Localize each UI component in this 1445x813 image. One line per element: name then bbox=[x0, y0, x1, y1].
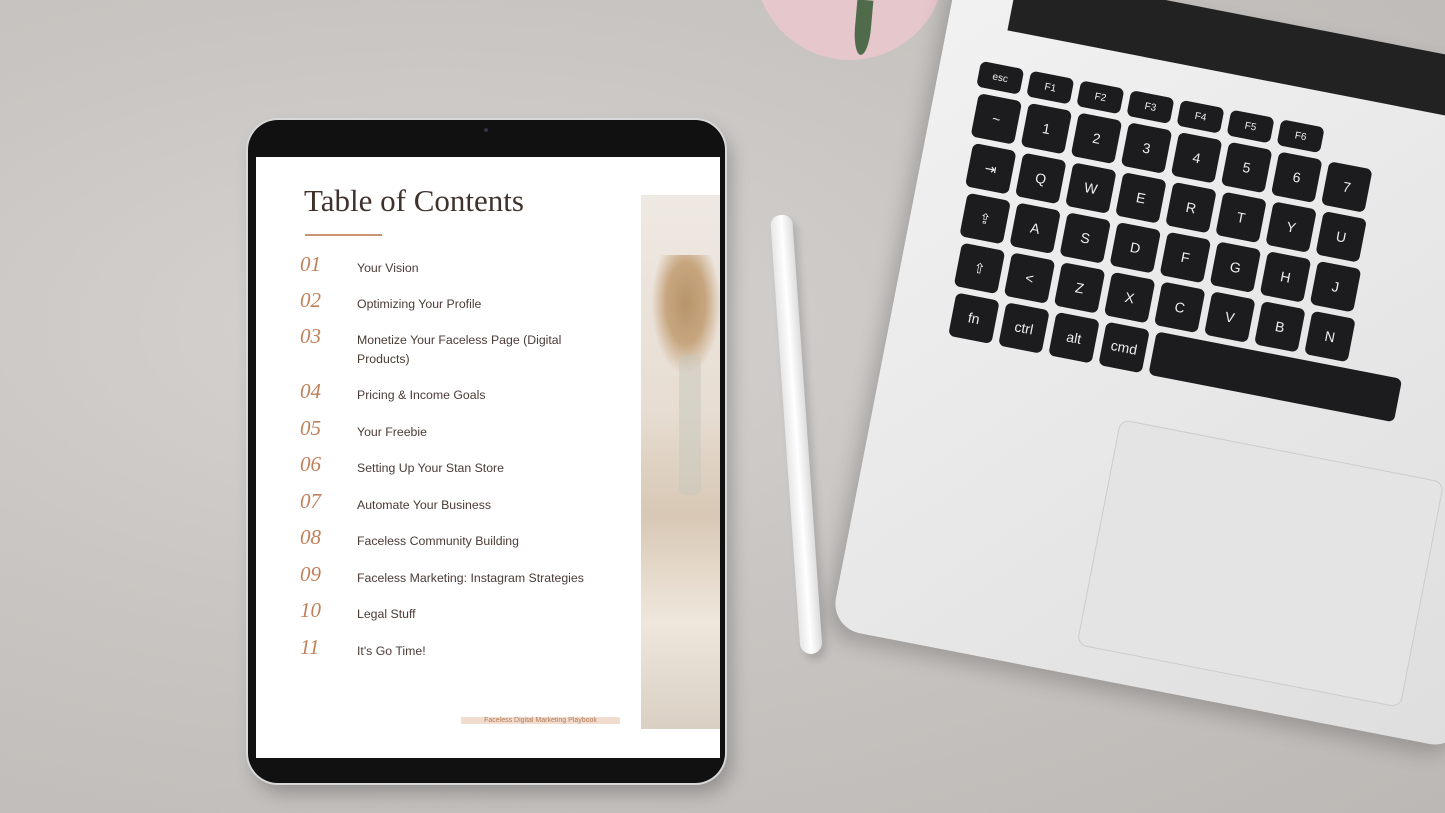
key[interactable]: 2 bbox=[1070, 112, 1123, 165]
key[interactable]: < bbox=[1003, 252, 1056, 304]
stylus-pencil bbox=[770, 214, 823, 655]
key[interactable]: U bbox=[1315, 211, 1367, 263]
laptop: esc F1 F2 F3 F4 F5 F6 ~1 2 3 4 5 6 7 ⇥ Q W E R T Y U ⇪ A S D F G H J ⇧… bbox=[830, 0, 1445, 750]
toc-number: 06 bbox=[300, 452, 321, 476]
key[interactable]: F3 bbox=[1126, 90, 1175, 124]
key[interactable]: ⇪ bbox=[959, 192, 1011, 245]
key[interactable]: H bbox=[1259, 251, 1312, 303]
key[interactable]: V bbox=[1204, 291, 1256, 343]
key[interactable]: N bbox=[1304, 310, 1356, 363]
key[interactable]: F4 bbox=[1176, 99, 1225, 134]
toc-label: Legal Stuff bbox=[357, 607, 416, 621]
key[interactable]: esc bbox=[976, 60, 1025, 95]
key[interactable]: cmd bbox=[1098, 321, 1150, 374]
vase bbox=[679, 355, 701, 495]
tablet: Table of Contents 01 Your Vision 02 Optimiz… bbox=[248, 120, 725, 783]
trackpad[interactable] bbox=[1076, 419, 1445, 708]
key[interactable]: 1 bbox=[1020, 102, 1073, 155]
camera-icon bbox=[484, 128, 488, 132]
toc-label: Monetize Your Faceless Page (Digital Pro… bbox=[357, 333, 562, 366]
toc-label: Setting Up Your Stan Store bbox=[357, 461, 504, 475]
key[interactable]: C bbox=[1153, 281, 1206, 334]
page-title: Table of Contents bbox=[304, 183, 524, 218]
key[interactable]: W bbox=[1065, 162, 1117, 214]
keyboard: esc F1 F2 F3 F4 F5 F6 ~1 2 3 4 5 6 7 ⇥ Q W E R T Y U ⇪ A S D F G H J ⇧… bbox=[927, 60, 1445, 428]
key[interactable]: E bbox=[1115, 172, 1167, 224]
key[interactable]: 7 bbox=[1321, 161, 1373, 213]
key[interactable]: Q bbox=[1015, 152, 1067, 205]
key[interactable]: S bbox=[1059, 212, 1112, 264]
key[interactable]: fn bbox=[948, 292, 1000, 345]
toc-label: Faceless Community Building bbox=[357, 534, 519, 548]
key[interactable]: ⇥ bbox=[964, 142, 1017, 195]
toc-number: 11 bbox=[300, 635, 320, 659]
toc-label: Your Freebie bbox=[357, 425, 427, 439]
plant-pot bbox=[755, 0, 945, 60]
title-divider bbox=[305, 234, 382, 236]
key[interactable]: F2 bbox=[1076, 80, 1125, 115]
toc-label: It's Go Time! bbox=[357, 644, 426, 658]
key[interactable]: ~ bbox=[970, 93, 1023, 145]
key[interactable]: R bbox=[1165, 181, 1217, 234]
toc-number: 02 bbox=[300, 288, 321, 312]
key[interactable]: 5 bbox=[1220, 141, 1273, 194]
key[interactable]: G bbox=[1209, 241, 1262, 293]
key[interactable]: Z bbox=[1053, 262, 1106, 314]
key[interactable]: B bbox=[1254, 300, 1306, 353]
toc-number: 07 bbox=[300, 489, 321, 513]
key[interactable]: alt bbox=[1048, 311, 1100, 364]
key[interactable]: 4 bbox=[1170, 131, 1223, 184]
footer-label: Faceless Digital Marketing Playbook bbox=[461, 717, 620, 724]
key[interactable]: 3 bbox=[1120, 122, 1173, 174]
decor-photo bbox=[641, 195, 720, 729]
toc-number: 09 bbox=[300, 562, 321, 586]
toc-number: 04 bbox=[300, 379, 321, 403]
key[interactable]: D bbox=[1109, 221, 1162, 274]
key[interactable]: A bbox=[1009, 202, 1061, 255]
key[interactable]: J bbox=[1309, 260, 1362, 313]
toc-number: 03 bbox=[300, 324, 321, 348]
toc-number: 08 bbox=[300, 525, 321, 549]
toc-label: Optimizing Your Profile bbox=[357, 297, 482, 311]
key[interactable]: Y bbox=[1265, 201, 1317, 253]
tablet-screen: Table of Contents 01 Your Vision 02 Optimiz… bbox=[256, 157, 720, 758]
key[interactable]: F bbox=[1159, 231, 1212, 284]
toc-label: Faceless Marketing: Instagram Strategies bbox=[357, 571, 584, 585]
toc-number: 10 bbox=[300, 598, 321, 622]
key[interactable]: F1 bbox=[1026, 70, 1075, 105]
toc-label: Pricing & Income Goals bbox=[357, 388, 486, 402]
toc-label: Automate Your Business bbox=[357, 498, 491, 512]
toc-number: 01 bbox=[300, 252, 321, 276]
key[interactable]: 6 bbox=[1270, 151, 1323, 204]
key[interactable]: F5 bbox=[1226, 109, 1275, 144]
key[interactable]: X bbox=[1103, 271, 1156, 324]
key[interactable]: ctrl bbox=[998, 302, 1050, 354]
key[interactable]: T bbox=[1215, 191, 1267, 244]
key[interactable]: ⇧ bbox=[953, 242, 1006, 295]
toc-label: Your Vision bbox=[357, 261, 419, 275]
toc-number: 05 bbox=[300, 416, 321, 440]
key[interactable]: F6 bbox=[1276, 119, 1325, 154]
